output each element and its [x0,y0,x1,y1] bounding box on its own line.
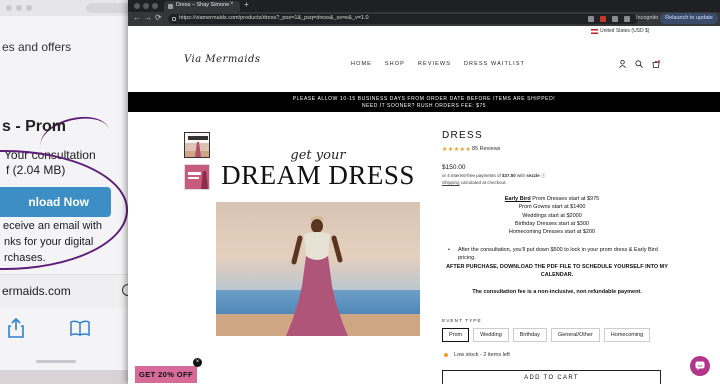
option-prom[interactable]: Prom [442,328,470,342]
extension-icon[interactable] [600,16,606,22]
share-icon[interactable] [8,318,24,338]
phone-bottom-tray [0,370,140,384]
after-purchase-note: AFTER PURCHASE, DOWNLOAD THE PDF FILE TO… [446,264,668,278]
price-line: Homecoming Dresses start at $200 [508,229,596,236]
phone-dot-icon [26,5,32,11]
screen: es and offers s - Prom Your consultation… [0,0,720,384]
add-to-cart-button[interactable]: ADD TO CART [442,370,661,384]
installment-info: or 4 interest-free payments of $37.50 wi… [442,173,545,179]
info-icon[interactable]: ⓘ [540,173,546,178]
window-minimize-icon[interactable] [143,3,149,9]
window-zoom-icon[interactable] [152,3,158,9]
option-wedding[interactable]: Wedding [473,328,509,342]
nav-home[interactable]: HOME [351,61,372,67]
sezzle-logo[interactable]: sezzle [526,173,539,178]
forward-icon[interactable]: → [144,13,152,22]
price-line: Prom Gowns start at $1400 [518,204,586,211]
option-birthday[interactable]: Birthday [512,328,547,342]
price-line: Birthday Dresses start at $300 [515,220,589,227]
option-general-other[interactable]: General/Other [550,328,600,342]
phone-safari-window: es and offers s - Prom Your consultation… [0,0,140,384]
new-tab-icon[interactable]: + [244,0,249,9]
shipping-link[interactable]: Shipping [442,180,460,185]
thumbnail-image [185,165,209,189]
books-icon[interactable] [70,320,90,336]
installment-with: with [515,173,527,178]
bullet-text: After the consultation, you'll put down … [458,247,658,261]
consultation-fee-note: The consultation fee is a non-inclusive,… [472,289,642,295]
phone-page-title: s - Prom [2,118,67,135]
event-type-label: EVENT TYPE [442,319,482,324]
tab-dress[interactable]: Dress – Shay Simone × [164,1,240,12]
web-page: United States (USD $) Via Mermaids HOME … [128,26,720,384]
event-type-options: Prom Wedding Birthday General/Other Home… [442,328,651,342]
installment-prefix: or 4 interest-free payments of [442,173,503,178]
product-info: DRESS ★★★★★ 85 Reviews $150.00 or 4 inte… [442,26,672,384]
close-icon[interactable]: × [193,358,202,367]
url-text[interactable]: https://viamermaids.com/products/dress?_… [179,15,369,21]
extension-icon[interactable] [612,16,618,22]
phone-dot-icon [6,5,12,11]
phone-annotation-circle [0,150,128,270]
early-bird-text: Prom Dresses start at $975 [530,196,600,202]
nav-shop[interactable]: SHOP [385,61,405,67]
window-close-icon[interactable] [134,3,140,9]
product-title: DRESS [442,130,483,141]
browser-window: Dress – Shay Simone × + ← → ⟳ https://vi… [128,0,720,384]
extension-icon[interactable] [588,16,594,22]
browser-toolbar: ← → ⟳ https://viamermaids.com/products/d… [128,12,720,26]
back-icon[interactable]: ← [133,13,141,22]
thumbnail-image [185,133,209,157]
lock-icon[interactable] [172,17,176,21]
reload-icon[interactable]: ⟳ [155,13,162,22]
price-list: Early Bird Prom Dresses start at $975 Pr… [442,195,662,236]
phone-home-indicator [36,360,76,363]
low-stock-text: Low stock - 2 items left [454,352,510,358]
shipping-text: calculated at checkout. [459,180,507,185]
hero-headline: DREAM DRESS [221,160,415,190]
low-stock-dot [444,353,448,357]
installment-amount: $37.50 [502,173,516,178]
promo-badge[interactable]: GET 20% OFF [135,366,197,383]
price-line: Weddings start at $2000 [522,212,582,219]
tab-close-icon[interactable]: × [230,1,234,7]
tab-favicon-icon [168,4,173,9]
product-thumbnail[interactable] [184,132,210,158]
shipping-info: Shipping calculated at checkout. [442,180,507,185]
chat-icon [695,361,705,371]
phone-url[interactable]: ermaids.com [2,284,71,298]
star-rating[interactable]: ★★★★★ [442,146,471,153]
bullet-dot: • [448,247,450,253]
option-homecoming[interactable]: Homecoming [603,328,651,342]
tab-title: Dress – Shay Simone [176,2,230,8]
product-thumbnail[interactable] [184,164,210,190]
bookmark-icon[interactable] [624,16,630,22]
product-price: $150.00 [442,164,466,171]
early-bird-link[interactable]: Early Bird [505,196,531,202]
phone-offers-text: es and offers [2,40,72,54]
model-figure [286,216,348,336]
chat-button[interactable] [690,356,710,376]
site-logo[interactable]: Via Mermaids [184,54,261,65]
address-bar[interactable]: https://viamermaids.com/products/dress?_… [168,14,638,24]
product-main-image[interactable]: get your DREAM DRESS [216,132,420,336]
tab-bar: Dress – Shay Simone × + [128,0,720,12]
price-line: Early Bird Prom Dresses start at $975 [442,195,662,203]
phone-dot-icon [16,5,22,11]
phone-top-bar [0,0,140,16]
relaunch-button[interactable]: Relaunch to update [660,13,718,24]
incognito-label: Incognito [636,15,659,21]
reviews-count[interactable]: 85 Reviews [472,146,500,152]
